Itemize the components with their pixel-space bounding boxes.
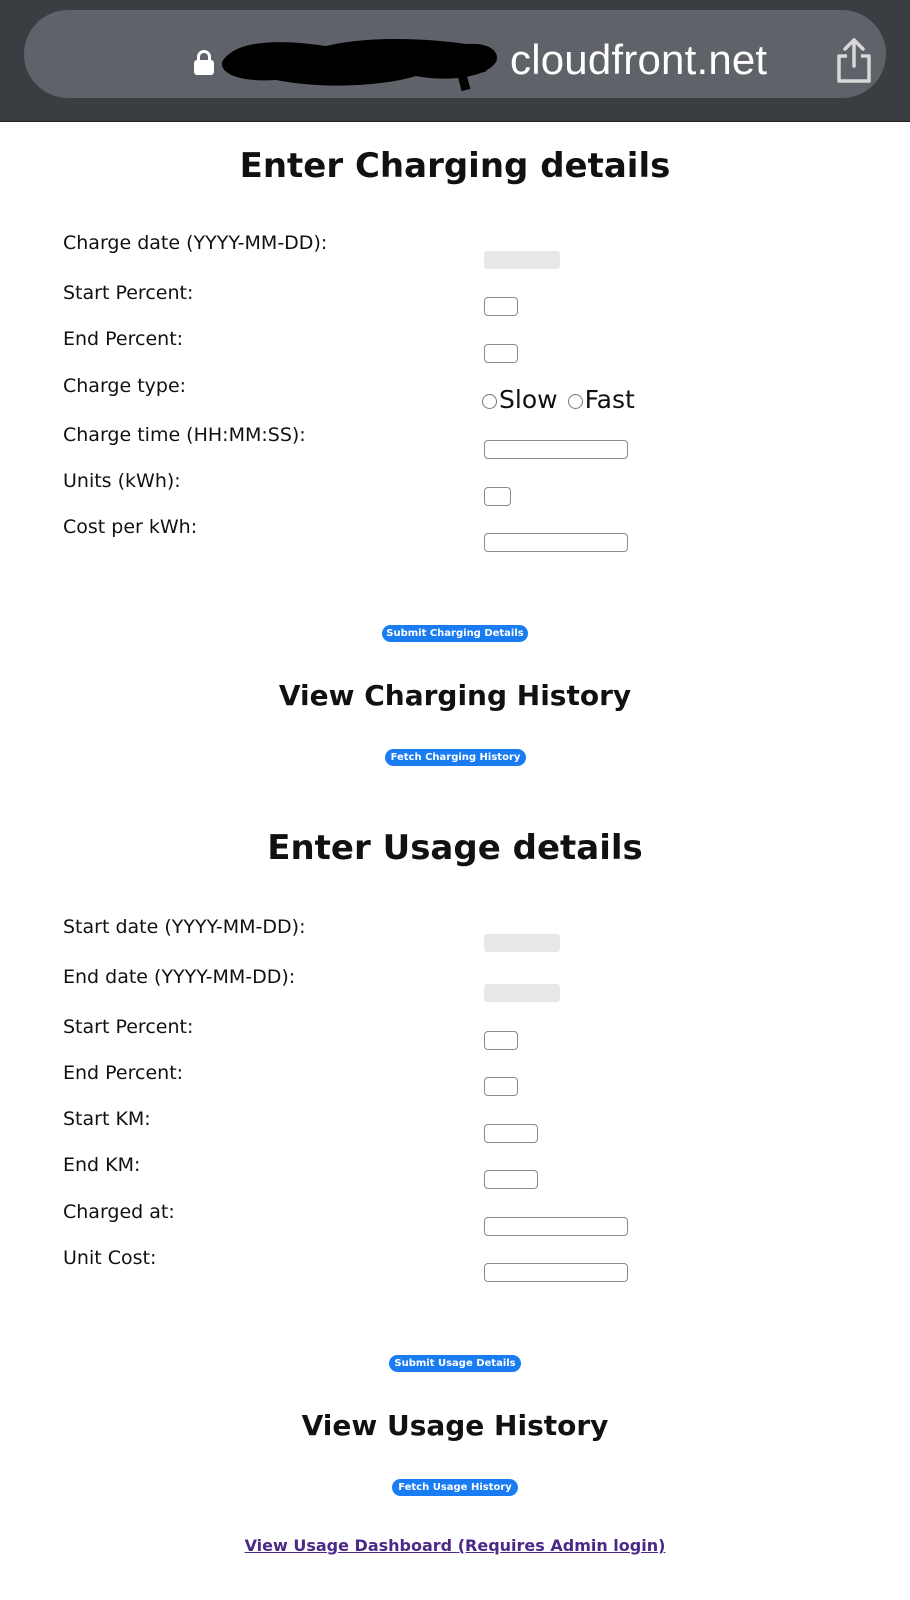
end-km-input[interactable] [484, 1170, 538, 1189]
charge-type-radio-group: Slow Fast [482, 385, 645, 414]
submit-charging-button[interactable]: Submit Charging Details [382, 625, 528, 642]
end-km-label: End KM: [63, 1154, 141, 1176]
charging-history-title: View Charging History [278, 679, 632, 712]
charging-end-percent-input[interactable] [484, 344, 518, 363]
usage-end-percent-label: End Percent: [63, 1062, 184, 1084]
radio-fast-label[interactable]: Fast [585, 385, 635, 414]
units-label: Units (kWh): [63, 470, 181, 492]
unit-cost-input[interactable] [484, 1263, 628, 1282]
charge-type-label: Charge type: [63, 375, 187, 397]
charging-start-percent-label: Start Percent: [63, 282, 194, 304]
cost-per-kwh-label: Cost per kWh: [63, 516, 198, 538]
url-text: cloudfront.net [510, 36, 768, 83]
usage-end-percent-input[interactable] [484, 1077, 518, 1096]
usage-end-date-label: End date (YYYY-MM-DD): [63, 966, 296, 988]
radio-slow-label[interactable]: Slow [499, 385, 558, 414]
usage-title: Enter Usage details [267, 828, 643, 868]
usage-history-title: View Usage History [301, 1409, 609, 1442]
charge-date-input[interactable] [484, 251, 560, 269]
charging-start-percent-input[interactable] [484, 297, 518, 316]
cost-per-kwh-input[interactable] [484, 533, 628, 552]
browser-toolbar: cloudfront.net [0, 0, 910, 122]
usage-end-date-input[interactable] [484, 984, 560, 1002]
usage-start-percent-input[interactable] [484, 1031, 518, 1050]
submit-usage-button[interactable]: Submit Usage Details [389, 1355, 521, 1372]
radio-slow[interactable] [482, 394, 497, 409]
usage-start-date-input[interactable] [484, 934, 560, 952]
radio-fast[interactable] [567, 394, 583, 409]
charged-at-input[interactable] [484, 1217, 628, 1236]
start-km-input[interactable] [484, 1124, 538, 1143]
redaction-scribble [221, 39, 497, 92]
usage-start-date-label: Start date (YYYY-MM-DD): [63, 916, 306, 938]
start-km-label: Start KM: [63, 1108, 151, 1130]
charged-at-label: Charged at: [63, 1201, 175, 1223]
fetch-charging-history-button[interactable]: Fetch Charging History [385, 749, 526, 766]
charge-time-input[interactable] [484, 440, 628, 459]
fetch-usage-history-button[interactable]: Fetch Usage History [392, 1479, 518, 1496]
charging-title: Enter Charging details [239, 146, 671, 186]
units-input[interactable] [484, 487, 511, 506]
unit-cost-label: Unit Cost: [63, 1247, 157, 1269]
share-icon[interactable] [834, 36, 874, 84]
charge-time-label: Charge time (HH:MM:SS): [63, 424, 306, 446]
usage-dashboard-link[interactable]: View Usage Dashboard (Requires Admin log… [0, 1536, 910, 1555]
address-bar[interactable]: cloudfront.net [24, 10, 886, 98]
lock-icon [194, 50, 214, 75]
charge-date-label: Charge date (YYYY-MM-DD): [63, 232, 328, 254]
charging-end-percent-label: End Percent: [63, 328, 184, 350]
usage-start-percent-label: Start Percent: [63, 1016, 194, 1038]
